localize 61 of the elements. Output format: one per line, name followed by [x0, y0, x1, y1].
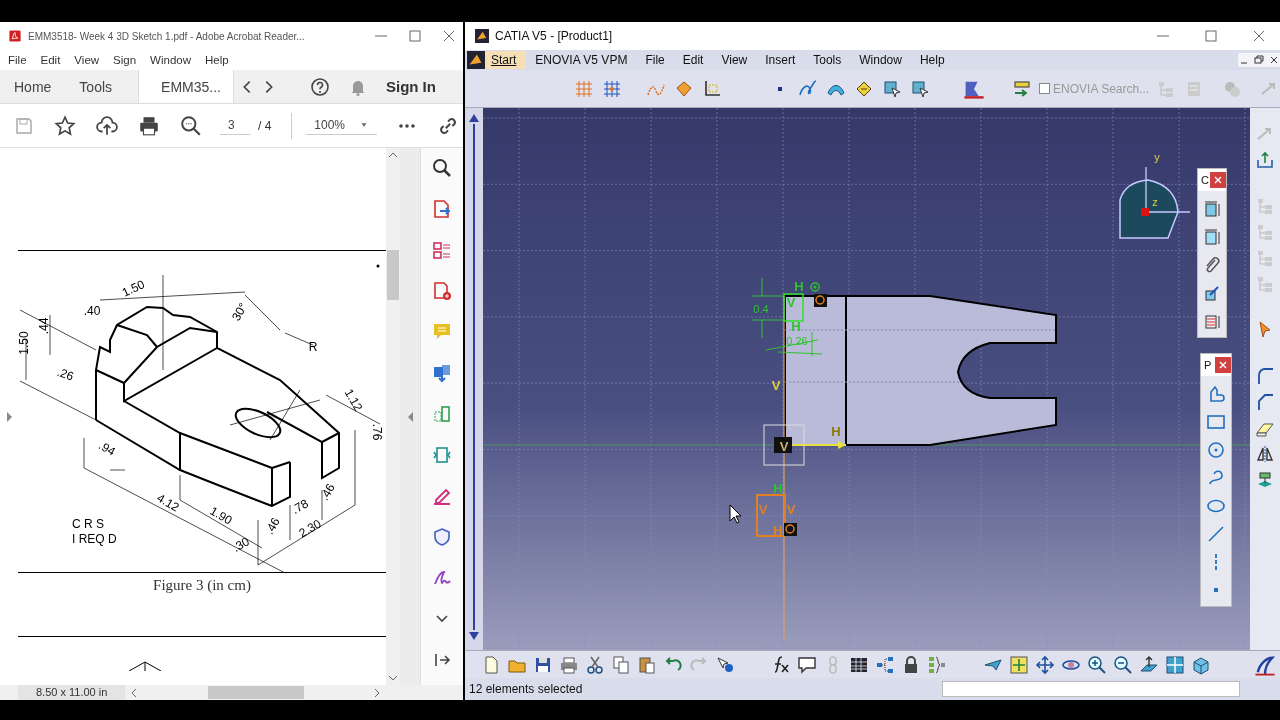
- axis-label: y: [1154, 151, 1160, 163]
- menu-item[interactable]: File: [636, 51, 674, 69]
- menu-item[interactable]: Window: [850, 51, 911, 69]
- sign-in-button[interactable]: Sign In: [385, 78, 436, 95]
- page-size-label: 8.50 x 11.00 in: [18, 685, 125, 700]
- status-text: 12 elements selected: [469, 682, 583, 696]
- menu-item[interactable]: Tools: [804, 51, 851, 69]
- dimension-label: 4.12: [154, 490, 182, 515]
- page-number-field[interactable]: 3: [220, 116, 250, 135]
- tab[interactable]: Tools: [65, 70, 127, 103]
- dimension-label: .94: [96, 438, 118, 459]
- dimension-label: 0.26: [786, 335, 808, 347]
- menu-item[interactable]: ENOVIA V5 VPM: [526, 51, 637, 69]
- menu-item[interactable]: View: [74, 54, 100, 66]
- start-menu[interactable]: Start: [485, 51, 527, 69]
- constraint-symbol: V: [779, 439, 789, 454]
- window-title: EMM3518- Week 4 3D Sketch 1.pdf - Adobe Acrobat Reader...: [28, 30, 305, 42]
- dimension-label: .40: [83, 304, 101, 318]
- figure-caption: Figure 3 (in cm): [153, 577, 251, 594]
- zoom-dropdown[interactable]: 100%: [306, 116, 378, 135]
- menu-item[interactable]: Window: [150, 54, 191, 66]
- constraint-symbol: V: [786, 295, 796, 310]
- dimension-label: .30: [230, 534, 252, 555]
- menu-item[interactable]: Help: [205, 54, 229, 66]
- constraint-symbol: V: [758, 502, 768, 517]
- menu-item[interactable]: Edit: [673, 51, 713, 69]
- dimension-label: .76: [370, 423, 384, 441]
- dimension-label: .46: [317, 481, 338, 503]
- dimension-label: .78: [289, 496, 311, 517]
- dimension-label: 30°: [228, 300, 251, 324]
- note-text: C R S: [72, 517, 104, 531]
- menu-item[interactable]: View: [712, 51, 757, 69]
- menu-item[interactable]: Help: [910, 51, 954, 69]
- constraint-symbol: H: [773, 523, 783, 538]
- constraint-symbol: H: [831, 424, 841, 439]
- toolbar-title: C: [1201, 174, 1209, 186]
- menu-item[interactable]: File: [8, 54, 27, 66]
- dimension-label: 1.90: [207, 503, 235, 528]
- menu-item[interactable]: Insert: [756, 51, 805, 69]
- dimension-label: .44: [37, 317, 51, 335]
- constraint-symbol: V: [786, 502, 796, 517]
- note-text: I REQ D: [72, 532, 117, 546]
- dimension-label: 0.4: [753, 303, 769, 315]
- constraint-symbol: H: [773, 481, 783, 496]
- page-count: / 4: [258, 118, 272, 133]
- dimension-label: 1.50: [18, 331, 31, 355]
- constraint-symbol: V: [771, 378, 781, 393]
- window-title: CATIA V5 - [Product1]: [495, 29, 613, 43]
- tab[interactable]: EMM35...: [138, 70, 234, 103]
- constraint-symbol: H: [791, 319, 801, 334]
- constraint-symbol: H: [794, 279, 804, 294]
- menu-item[interactable]: Edit: [40, 54, 61, 66]
- dimension-label: R: [308, 340, 318, 354]
- dimension-label: .26: [55, 364, 76, 384]
- dimension-label: 2.30: [296, 516, 324, 541]
- menu-item[interactable]: Sign: [113, 54, 137, 66]
- dimension-label: 1.50: [119, 277, 147, 300]
- tab[interactable]: Home: [0, 70, 66, 103]
- axis-label: z: [1152, 196, 1158, 208]
- toolbar-title: P: [1204, 359, 1212, 371]
- dimension-label: .46: [262, 515, 283, 537]
